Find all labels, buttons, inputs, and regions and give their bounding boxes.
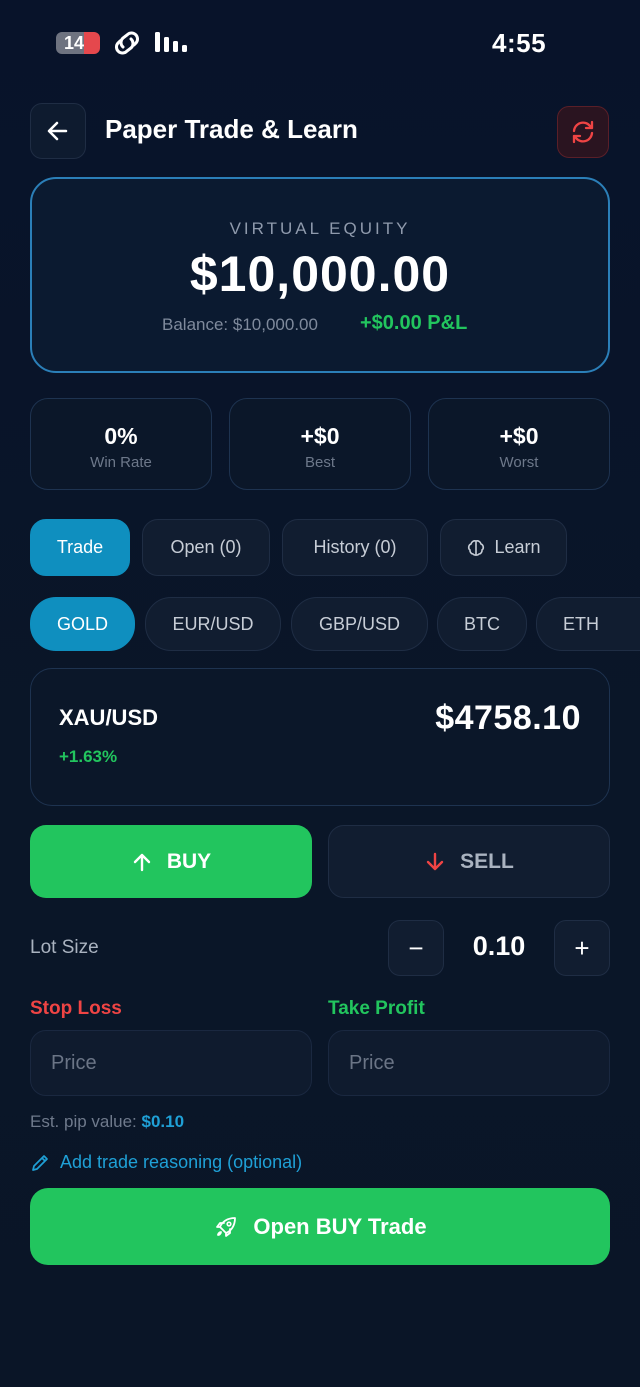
brain-icon bbox=[468, 539, 485, 556]
lot-decrease-button[interactable]: − bbox=[388, 920, 444, 976]
pip-value-row: Est. pip value: $0.10 bbox=[30, 1112, 184, 1132]
stat-label: Worst bbox=[499, 454, 539, 471]
instrument-eurusd[interactable]: EUR/USD bbox=[145, 597, 281, 651]
open-trade-label: Open BUY Trade bbox=[253, 1213, 427, 1239]
stat-win-rate: 0% Win Rate bbox=[30, 398, 212, 490]
arrow-up-icon bbox=[133, 853, 151, 871]
notification-badge: 14 bbox=[56, 32, 100, 54]
chip-label: EUR/USD bbox=[172, 613, 254, 634]
rocket-icon bbox=[216, 1216, 237, 1237]
badge-accent bbox=[84, 32, 100, 54]
take-profit-input[interactable] bbox=[328, 1030, 610, 1096]
refresh-icon bbox=[572, 120, 594, 144]
chip-label: GOLD bbox=[56, 613, 108, 634]
tab-label: History (0) bbox=[313, 537, 397, 557]
lot-size-value: 0.10 bbox=[472, 931, 526, 961]
tab-label: Trade bbox=[56, 537, 104, 557]
lot-size-label: Lot Size bbox=[30, 937, 99, 958]
tab-open[interactable]: Open (0) bbox=[142, 519, 270, 576]
instrument-eth[interactable]: ETH bbox=[536, 597, 640, 651]
add-reasoning-label: Add trade reasoning (optional) bbox=[60, 1152, 303, 1172]
balance-text: Balance: $10,000.00 bbox=[162, 315, 318, 334]
back-button[interactable] bbox=[30, 103, 86, 159]
pip-label: Est. pip value: bbox=[30, 1112, 137, 1131]
stat-best: +$0 Best bbox=[229, 398, 411, 490]
take-profit-label: Take Profit bbox=[328, 998, 425, 1019]
stat-label: Win Rate bbox=[90, 454, 152, 471]
link-icon bbox=[110, 30, 144, 61]
quote-card: XAU/USD +1.63% $4758.10 bbox=[30, 668, 610, 806]
buy-button[interactable]: BUY bbox=[30, 825, 312, 898]
sell-button[interactable]: SELL bbox=[328, 825, 610, 898]
stat-value: +$0 bbox=[300, 423, 340, 449]
tab-learn[interactable]: Learn bbox=[440, 519, 567, 576]
signal-icon bbox=[155, 32, 191, 59]
tab-history[interactable]: History (0) bbox=[282, 519, 428, 576]
tab-label: Open (0) bbox=[170, 537, 242, 557]
open-trade-button[interactable]: Open BUY Trade bbox=[30, 1188, 610, 1265]
quote-change: +1.63% bbox=[59, 747, 118, 766]
add-reasoning-link[interactable]: Add trade reasoning (optional) bbox=[30, 1152, 302, 1173]
stop-loss-label: Stop Loss bbox=[30, 998, 122, 1019]
page-title: Paper Trade & Learn bbox=[105, 114, 358, 144]
stat-worst: +$0 Worst bbox=[428, 398, 610, 490]
pencil-icon bbox=[32, 1154, 48, 1171]
stat-value: +$0 bbox=[499, 423, 539, 449]
lot-increase-button[interactable]: + bbox=[554, 920, 610, 976]
instrument-gbpusd[interactable]: GBP/USD bbox=[291, 597, 428, 651]
instrument-gold[interactable]: GOLD bbox=[30, 597, 135, 651]
instrument-btc[interactable]: BTC bbox=[437, 597, 527, 651]
quote-symbol: XAU/USD bbox=[59, 705, 159, 730]
stat-value: 0% bbox=[104, 423, 138, 449]
equity-value: $10,000.00 bbox=[189, 246, 451, 302]
pip-value: $0.10 bbox=[141, 1112, 185, 1131]
status-time: 4:55 bbox=[492, 28, 547, 58]
tab-label: Learn bbox=[494, 537, 541, 557]
arrow-down-icon bbox=[426, 852, 444, 870]
chip-label: ETH bbox=[563, 613, 599, 634]
reset-button[interactable] bbox=[557, 106, 609, 158]
badge-count: 14 bbox=[56, 32, 84, 54]
arrow-left-icon bbox=[47, 121, 68, 141]
tab-trade[interactable]: Trade bbox=[30, 519, 130, 576]
stop-loss-input[interactable] bbox=[30, 1030, 312, 1096]
buy-label: BUY bbox=[166, 849, 212, 873]
stat-label: Best bbox=[304, 454, 335, 471]
chip-label: BTC bbox=[464, 613, 500, 634]
equity-label: VIRTUAL EQUITY bbox=[229, 219, 411, 238]
pnl-text: +$0.00 P&L bbox=[360, 312, 468, 334]
sell-label: SELL bbox=[460, 849, 514, 873]
chip-label: GBP/USD bbox=[318, 613, 401, 634]
equity-card: VIRTUAL EQUITY $10,000.00 Balance: $10,0… bbox=[30, 177, 610, 373]
quote-price: $4758.10 bbox=[435, 699, 581, 737]
